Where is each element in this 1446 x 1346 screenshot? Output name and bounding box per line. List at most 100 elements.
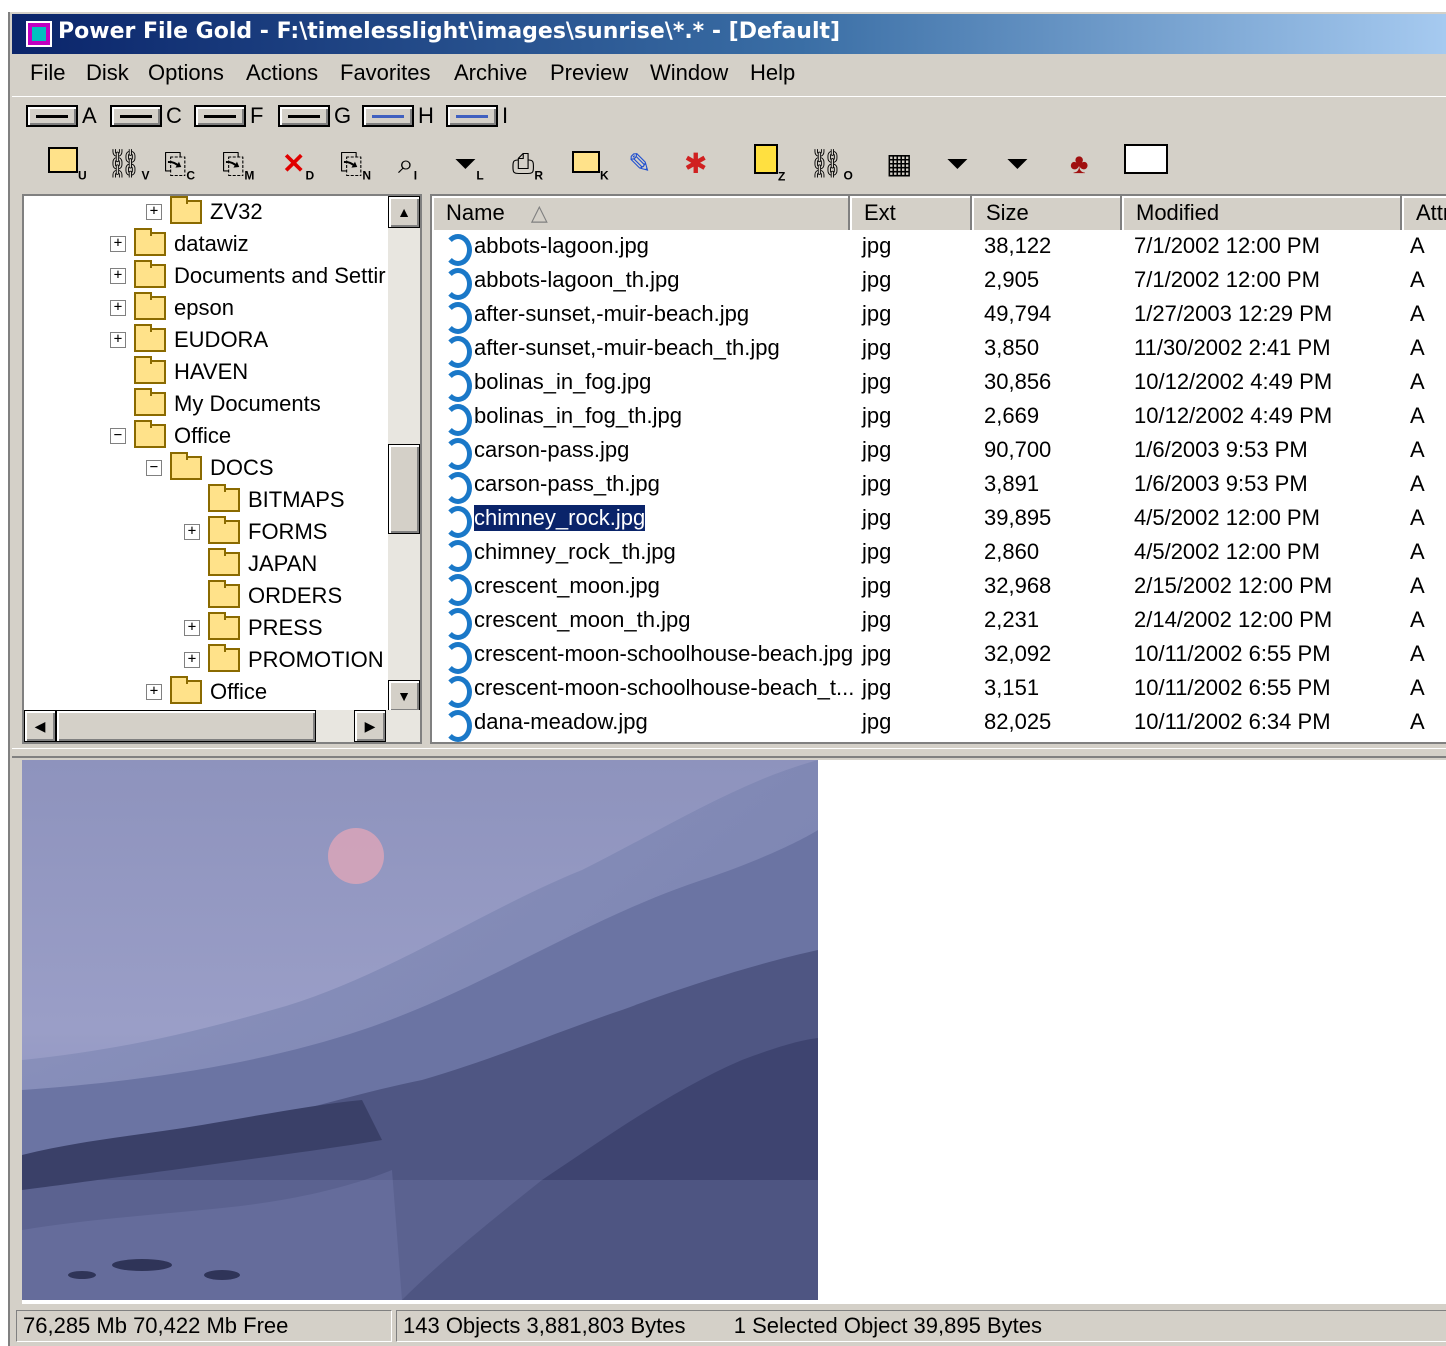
- view-button[interactable]: ⛓V: [106, 144, 150, 184]
- scroll-thumb[interactable]: [388, 444, 420, 534]
- menu-window[interactable]: Window: [650, 60, 728, 86]
- image-preview: [22, 760, 818, 1300]
- file-row[interactable]: abbots-lagoon_th.jpg jpg 2,905 7/1/2002 12:…: [432, 264, 1446, 300]
- menu-help[interactable]: Help: [750, 60, 795, 86]
- file-row[interactable]: bolinas_in_fog_th.jpg jpg 2,669 10/12/2002 …: [432, 400, 1446, 436]
- expand-icon[interactable]: +: [184, 524, 200, 540]
- filter-button[interactable]: ⏷L: [454, 144, 484, 184]
- find-button[interactable]: ⛓O: [808, 144, 853, 184]
- command-button[interactable]: [1124, 144, 1168, 184]
- expand-icon[interactable]: +: [184, 620, 200, 636]
- copy-button[interactable]: ⎘C: [164, 144, 195, 184]
- file-name: carson-pass.jpg: [474, 437, 630, 462]
- drive-g-button[interactable]: G: [278, 103, 351, 129]
- file-row[interactable]: chimney_rock_th.jpg jpg 2,860 4/5/2002 12:0…: [432, 536, 1446, 572]
- tree-item[interactable]: − Office: [110, 420, 231, 452]
- set-filter-d-button[interactable]: ⏷: [1006, 144, 1028, 184]
- tree-item[interactable]: + ZV32: [146, 196, 263, 228]
- tree-item[interactable]: My Documents: [110, 388, 321, 420]
- tree-item[interactable]: ORDERS: [184, 580, 342, 612]
- tree-item[interactable]: + epson: [110, 292, 234, 324]
- clear-button[interactable]: ✱: [684, 144, 707, 184]
- column-header-ext[interactable]: Ext: [850, 196, 972, 230]
- expand-icon[interactable]: +: [110, 300, 126, 316]
- menu-options[interactable]: Options: [148, 60, 224, 86]
- file-name: crescent_moon_th.jpg: [474, 607, 691, 632]
- title-bar[interactable]: Power File Gold - F:\timelesslight\image…: [12, 14, 1446, 54]
- tree-item[interactable]: HAVEN: [110, 356, 248, 388]
- file-row[interactable]: chimney_rock.jpg jpg 39,895 4/5/2002 12:00 …: [432, 502, 1446, 538]
- file-name: crescent-moon-schoolhouse-beach.jpg: [474, 641, 854, 666]
- file-row[interactable]: carson-pass_th.jpg jpg 3,891 1/6/2003 9:53 …: [432, 468, 1446, 504]
- tree-horizontal-scrollbar[interactable]: ◀ ▶: [24, 710, 420, 742]
- menu-archive[interactable]: Archive: [454, 60, 527, 86]
- column-header-modified[interactable]: Modified: [1122, 196, 1402, 230]
- set-filter-w-button[interactable]: ⏷: [946, 144, 968, 184]
- folder-tree[interactable]: + ZV32 + datawiz + Documents and Settir + ep…: [22, 194, 422, 744]
- pane-splitter[interactable]: [12, 748, 1446, 758]
- tree-item[interactable]: + datawiz: [110, 228, 249, 260]
- expand-icon[interactable]: +: [110, 332, 126, 348]
- tree-item[interactable]: + EUDORA: [110, 324, 268, 356]
- tree-item[interactable]: − DOCS: [146, 452, 274, 484]
- tree-item[interactable]: + FORMS: [184, 516, 327, 548]
- tree-item[interactable]: + PRESS: [184, 612, 323, 644]
- column-header-name[interactable]: Name △: [432, 196, 850, 230]
- move-button[interactable]: ⎘M: [222, 144, 254, 184]
- scroll-right-icon[interactable]: ▶: [354, 710, 386, 742]
- menu-file[interactable]: File: [30, 60, 65, 86]
- file-row[interactable]: crescent-moon-schoolhouse-beach_t... jpg 3…: [432, 672, 1446, 708]
- expand-icon[interactable]: +: [184, 652, 200, 668]
- tree-size-button[interactable]: ♣: [1070, 144, 1088, 184]
- drive-c-button[interactable]: C: [110, 103, 182, 129]
- file-row[interactable]: after-sunset,-muir-beach_th.jpg jpg 3,850 1…: [432, 332, 1446, 368]
- delete-button[interactable]: ✕D: [282, 144, 314, 184]
- tree-item[interactable]: + PROMOTION: [184, 644, 384, 676]
- menu-preview[interactable]: Preview: [550, 60, 628, 86]
- drive-f-button[interactable]: F: [194, 103, 263, 129]
- drive-i-button[interactable]: I: [446, 103, 508, 129]
- file-list[interactable]: Name △ Ext Size Modified Attr abbots-lag…: [430, 194, 1446, 744]
- scroll-left-icon[interactable]: ◀: [24, 710, 56, 742]
- file-row[interactable]: crescent-moon-schoolhouse-beach.jpg jpg 32…: [432, 638, 1446, 674]
- expand-icon[interactable]: +: [110, 268, 126, 284]
- column-header-attr[interactable]: Attr: [1402, 196, 1446, 230]
- menu-disk[interactable]: Disk: [86, 60, 129, 86]
- new-button[interactable]: ⎘N: [340, 144, 371, 184]
- jpeg-file-icon: [440, 402, 472, 436]
- scroll-up-icon[interactable]: ▲: [388, 196, 420, 228]
- expand-icon[interactable]: +: [146, 204, 162, 220]
- file-row[interactable]: bolinas_in_fog.jpg jpg 30,856 10/12/2002 4:…: [432, 366, 1446, 402]
- expand-icon[interactable]: +: [110, 236, 126, 252]
- inspect-button[interactable]: ⌕I: [398, 144, 417, 184]
- tree-item[interactable]: JAPAN: [184, 548, 317, 580]
- collapse-icon[interactable]: −: [110, 428, 126, 444]
- file-row[interactable]: crescent_moon.jpg jpg 32,968 2/15/2002 12:0…: [432, 570, 1446, 606]
- column-header-size[interactable]: Size: [972, 196, 1122, 230]
- file-row[interactable]: crescent_moon_th.jpg jpg 2,231 2/14/2002 12…: [432, 604, 1446, 640]
- drive-h-button[interactable]: H: [362, 103, 434, 129]
- expand-icon[interactable]: +: [146, 684, 162, 700]
- scroll-thumb[interactable]: [56, 710, 316, 742]
- make-folder-button[interactable]: K: [572, 144, 609, 184]
- tree-item[interactable]: + Documents and Settir: [110, 260, 386, 292]
- print-button[interactable]: ⎙R: [512, 144, 543, 184]
- view-options-button[interactable]: ▦: [886, 144, 912, 184]
- file-ext: jpg: [862, 675, 892, 700]
- menu-favorites[interactable]: Favorites: [340, 60, 430, 86]
- tree-item[interactable]: BITMAPS: [184, 484, 345, 516]
- file-row[interactable]: abbots-lagoon.jpg jpg 38,122 7/1/2002 12:00…: [432, 230, 1446, 266]
- file-row[interactable]: dana-meadow.jpg jpg 82,025 10/11/2002 6:34 …: [432, 706, 1446, 742]
- tree-vertical-scrollbar[interactable]: ▲ ▼: [388, 196, 420, 712]
- tree-item[interactable]: + Office: [146, 676, 267, 708]
- wand-button[interactable]: ✎: [628, 144, 651, 184]
- up-folder-button[interactable]: U: [48, 144, 87, 184]
- scroll-down-icon[interactable]: ▼: [388, 680, 420, 712]
- zip-button[interactable]: Z: [754, 144, 785, 184]
- drive-a-button[interactable]: A: [26, 103, 97, 129]
- collapse-icon[interactable]: −: [146, 460, 162, 476]
- file-row[interactable]: after-sunset,-muir-beach.jpg jpg 49,794 1/2…: [432, 298, 1446, 334]
- app-icon[interactable]: [26, 21, 52, 47]
- file-row[interactable]: carson-pass.jpg jpg 90,700 1/6/2003 9:53 PM…: [432, 434, 1446, 470]
- menu-actions[interactable]: Actions: [246, 60, 318, 86]
